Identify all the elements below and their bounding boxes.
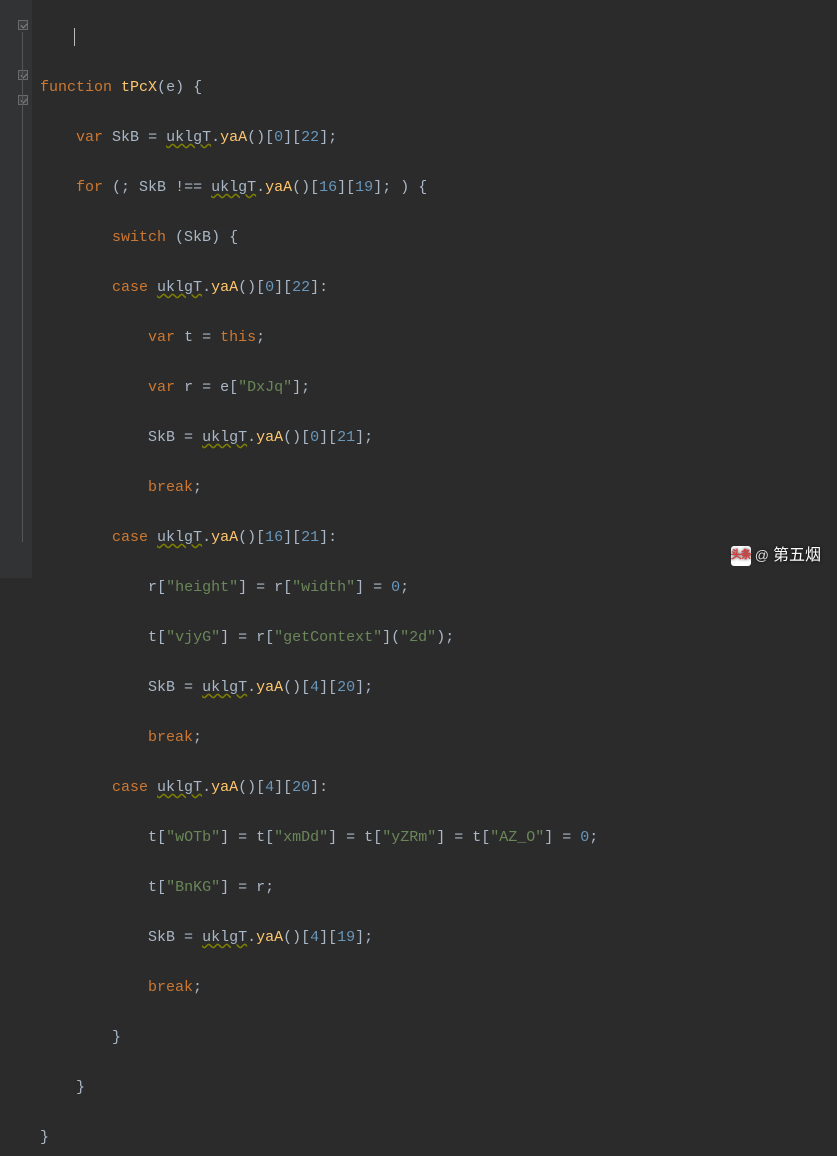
code-line: function tPcX(e) {: [40, 75, 598, 100]
fold-icon[interactable]: [18, 70, 28, 80]
code-line: var r = e["DxJq"];: [40, 375, 598, 400]
watermark-at: @: [755, 543, 769, 568]
watermark-logo-icon: 头条: [731, 546, 751, 566]
code-line: case uklgT.yaA()[4][20]:: [40, 775, 598, 800]
code-line: t["vjyG"] = r["getContext"]("2d");: [40, 625, 598, 650]
code-area[interactable]: function tPcX(e) { var SkB = uklgT.yaA()…: [32, 0, 598, 578]
code-line: break;: [40, 725, 598, 750]
code-line: break;: [40, 975, 598, 1000]
code-line: case uklgT.yaA()[16][21]:: [40, 525, 598, 550]
code-line: t["wOTb"] = t["xmDd"] = t["yZRm"] = t["A…: [40, 825, 598, 850]
watermark: 头条 @第五烟: [731, 543, 821, 568]
code-line: break;: [40, 475, 598, 500]
gutter: [0, 0, 32, 578]
code-line: }: [40, 1075, 598, 1100]
watermark-author: 第五烟: [773, 543, 821, 568]
code-line: }: [40, 1025, 598, 1050]
code-line: var SkB = uklgT.yaA()[0][22];: [40, 125, 598, 150]
code-line: [40, 25, 598, 50]
code-line: switch (SkB) {: [40, 225, 598, 250]
code-line: r["height"] = r["width"] = 0;: [40, 575, 598, 600]
fold-icon[interactable]: [18, 20, 28, 30]
code-line: var t = this;: [40, 325, 598, 350]
code-line: SkB = uklgT.yaA()[4][19];: [40, 925, 598, 950]
code-line: for (; SkB !== uklgT.yaA()[16][19]; ) {: [40, 175, 598, 200]
fold-icon[interactable]: [18, 95, 28, 105]
code-line: case uklgT.yaA()[0][22]:: [40, 275, 598, 300]
code-editor[interactable]: function tPcX(e) { var SkB = uklgT.yaA()…: [0, 0, 837, 578]
code-line: SkB = uklgT.yaA()[0][21];: [40, 425, 598, 450]
code-line: SkB = uklgT.yaA()[4][20];: [40, 675, 598, 700]
code-line: }: [40, 1125, 598, 1150]
code-line: t["BnKG"] = r;: [40, 875, 598, 900]
